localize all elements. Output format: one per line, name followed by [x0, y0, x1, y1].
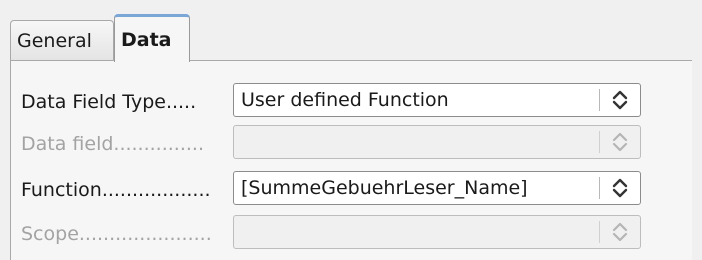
data-field-combobox: [233, 125, 641, 159]
scope-label: Scope......................: [21, 223, 212, 245]
data-field-row: Data field...............: [11, 123, 692, 163]
up-down-chevron-icon[interactable]: [606, 87, 634, 113]
scope-row: Scope......................: [11, 213, 692, 253]
function-row: Function.................. [SummeGebuehr…: [11, 169, 692, 209]
function-combobox[interactable]: [SummeGebuehrLeser_Name]: [233, 171, 641, 205]
tab-data[interactable]: Data: [114, 14, 190, 62]
data-field-label: Data field...............: [21, 133, 204, 155]
data-field-type-combobox[interactable]: User defined Function: [233, 83, 641, 117]
data-field-type-row: Data Field Type..... User defined Functi…: [11, 81, 692, 121]
combobox-divider: [599, 221, 600, 243]
up-down-chevron-icon[interactable]: [606, 175, 634, 201]
data-field-type-value: User defined Function: [241, 89, 449, 111]
data-field-type-label: Data Field Type.....: [21, 91, 197, 113]
function-value: [SummeGebuehrLeser_Name]: [241, 177, 528, 199]
tab-general[interactable]: General: [10, 20, 114, 60]
combobox-divider: [599, 89, 600, 111]
tab-bar: General Data: [10, 6, 692, 62]
function-label: Function..................: [21, 179, 211, 201]
combobox-divider: [599, 177, 600, 199]
combobox-divider: [599, 131, 600, 153]
up-down-chevron-icon: [612, 222, 628, 242]
up-down-chevron-icon: [612, 132, 628, 152]
data-tab-panel: Data Field Type..... User defined Functi…: [10, 60, 692, 260]
scope-combobox: [233, 215, 641, 249]
